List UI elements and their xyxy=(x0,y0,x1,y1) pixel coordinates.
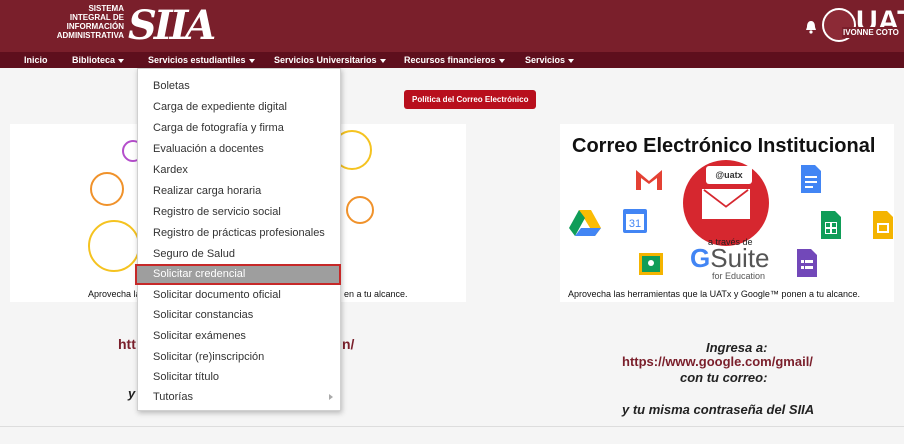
menu-item-practicas-profesionales[interactable]: Registro de prácticas profesionales xyxy=(138,223,340,243)
servicios-estudiantiles-menu: Boletas Carga de expediente digital Carg… xyxy=(135,68,341,411)
siia-logo[interactable]: SIIA xyxy=(128,6,216,46)
nav-servicios-universitarios[interactable]: Servicios Universitarios xyxy=(274,52,386,68)
nav-inicio[interactable]: Inicio xyxy=(24,52,48,68)
caret-down-icon xyxy=(248,58,255,63)
nav-biblioteca[interactable]: Biblioteca xyxy=(72,52,125,68)
caret-down-icon xyxy=(498,58,505,63)
google-sheets-icon xyxy=(821,211,841,239)
google-calendar-icon: 31 xyxy=(623,209,647,233)
menu-item-evaluacion-docentes[interactable]: Evaluación a docentes xyxy=(138,139,340,159)
main-navbar: Inicio Biblioteca Servicios estudiantile… xyxy=(0,52,904,68)
institutional-email-title: Correo Electrónico Institucional xyxy=(572,135,876,157)
nav-label: Biblioteca xyxy=(72,55,116,65)
svg-text:31: 31 xyxy=(629,218,641,230)
nav-servicios-estudiantiles[interactable]: Servicios estudiantiles xyxy=(148,52,255,68)
bell-icon[interactable] xyxy=(805,20,817,34)
nav-label: Inicio xyxy=(24,55,48,65)
menu-item-documento-oficial[interactable]: Solicitar documento oficial xyxy=(138,285,340,305)
menu-item-kardex[interactable]: Kardex xyxy=(138,160,340,180)
email-policy-button[interactable]: Política del Correo Electrónico xyxy=(404,90,537,109)
menu-item-boletas[interactable]: Boletas xyxy=(138,76,340,96)
menu-item-seguro-salud[interactable]: Seguro de Salud xyxy=(138,244,340,264)
caret-down-icon xyxy=(118,58,125,63)
right-caption: Aprovecha las herramientas que la UATx y… xyxy=(568,289,860,299)
divider xyxy=(0,426,904,427)
siia-subtitle: SISTEMA INTEGRAL DE INFORMACIÓN ADMINIST… xyxy=(54,4,124,40)
nav-label: Servicios Universitarios xyxy=(274,55,377,65)
nav-label: Servicios xyxy=(525,55,566,65)
gmail-link[interactable]: https://www.google.com/gmail/ xyxy=(622,354,813,369)
google-drive-icon xyxy=(569,210,601,236)
password-note: y tu misma contraseña del SIIA xyxy=(622,402,815,417)
lower-left-link-fragment[interactable]: htt xyxy=(118,336,136,352)
nav-label: Servicios estudiantiles xyxy=(148,55,246,65)
siia-subtitle-line: ADMINISTRATIVA xyxy=(56,31,124,40)
envelope-icon xyxy=(700,187,752,221)
google-docs-icon xyxy=(801,165,821,193)
google-classroom-icon xyxy=(639,253,663,275)
decorative-ring xyxy=(90,172,124,206)
menu-item-constancias[interactable]: Solicitar constancias xyxy=(138,305,340,325)
menu-item-label: Tutorías xyxy=(153,391,193,403)
siia-subtitle-line: SISTEMA xyxy=(88,4,124,13)
gmail-icon xyxy=(636,170,662,190)
menu-item-carga-horaria[interactable]: Realizar carga horaria xyxy=(138,181,340,201)
ingresa-label: Ingresa a: xyxy=(706,340,768,355)
menu-item-solicitar-credencial[interactable]: Solicitar credencial xyxy=(135,264,341,285)
gsuite-g: G xyxy=(690,243,711,273)
siia-subtitle-line: INTEGRAL DE xyxy=(69,13,124,22)
left-caption-end: en a tu alcance. xyxy=(344,289,408,299)
lower-left-letter: y xyxy=(128,386,136,401)
for-education-text: for Education xyxy=(712,271,766,281)
menu-item-solicitar-titulo[interactable]: Solicitar título xyxy=(138,367,340,387)
menu-item-reinscripcion[interactable]: Solicitar (re)inscripción xyxy=(138,347,340,367)
google-slides-icon xyxy=(873,211,893,239)
nav-label: Recursos financieros xyxy=(404,55,496,65)
caret-down-icon xyxy=(568,58,575,63)
lower-left-link-fragment[interactable]: n/ xyxy=(342,336,354,352)
decorative-ring xyxy=(346,196,374,224)
gsuite-word: Suite xyxy=(710,243,770,273)
menu-item-tutorias[interactable]: Tutorías xyxy=(138,387,340,407)
gsuite-logo: GSuite xyxy=(690,244,770,272)
user-name[interactable]: IVONNE COTO xyxy=(842,27,900,38)
page: SISTEMA INTEGRAL DE INFORMACIÓN ADMINIST… xyxy=(0,0,904,444)
chevron-right-icon xyxy=(329,394,333,400)
decorative-ring xyxy=(88,220,140,272)
top-header: SISTEMA INTEGRAL DE INFORMACIÓN ADMINIST… xyxy=(0,0,904,52)
con-tu-correo-label: con tu correo: xyxy=(680,370,768,385)
siia-subtitle-line: INFORMACIÓN xyxy=(66,22,124,31)
caret-down-icon xyxy=(379,58,386,63)
nav-recursos-financieros[interactable]: Recursos financieros xyxy=(404,52,505,68)
nav-servicios[interactable]: Servicios xyxy=(525,52,575,68)
menu-item-examenes[interactable]: Solicitar exámenes xyxy=(138,326,340,346)
menu-item-carga-fotografia[interactable]: Carga de fotografía y firma xyxy=(138,118,340,138)
menu-item-carga-expediente[interactable]: Carga de expediente digital xyxy=(138,97,340,117)
uatx-tag: @uatx xyxy=(706,166,752,184)
google-forms-icon xyxy=(797,249,817,277)
menu-item-servicio-social[interactable]: Registro de servicio social xyxy=(138,202,340,222)
